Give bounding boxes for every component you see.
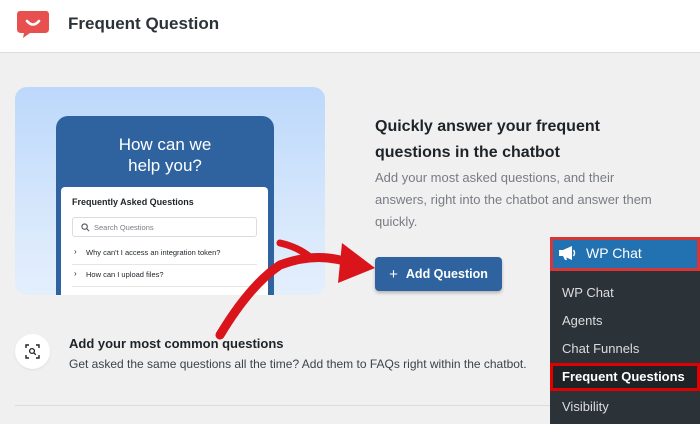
description: Add your most asked questions, and their… — [375, 170, 652, 229]
faq-question: Why can't I access an integration token? — [86, 248, 221, 257]
megaphone-icon — [559, 246, 576, 260]
feature-description: Get asked the same questions all the tim… — [69, 357, 527, 371]
submenu-frequent-questions[interactable]: Frequent Questions — [550, 363, 700, 391]
scan-icon — [25, 344, 40, 359]
submenu-agents[interactable]: Agents — [550, 307, 700, 335]
top-bar: Frequent Question — [0, 0, 700, 53]
chevron-right-icon: › — [74, 269, 77, 278]
add-question-label: Add Question — [405, 267, 488, 281]
widget-heading-line1: How can we — [118, 135, 212, 154]
chat-smile-logo — [17, 11, 49, 38]
feature-title: Add your most common questions — [69, 336, 284, 351]
widget-heading-line2: help you? — [128, 156, 202, 175]
plus-icon: + — [389, 265, 398, 283]
search-icon — [81, 223, 90, 232]
arrow-annotation — [215, 239, 375, 340]
chevron-right-icon: › — [74, 247, 77, 256]
faq-question: How can I upload files? — [86, 270, 164, 279]
headline-line2: questions in the chatbot — [375, 144, 560, 161]
divider — [15, 405, 550, 406]
headline: Quickly answer your frequent questions i… — [375, 114, 675, 166]
faq-title: Frequently Asked Questions — [72, 197, 194, 207]
feature-icon-badge — [15, 334, 50, 369]
submenu-visibility[interactable]: Visibility — [550, 393, 700, 421]
page-title: Frequent Question — [68, 14, 220, 33]
submenu-chat-funnels[interactable]: Chat Funnels — [550, 335, 700, 363]
headline-line1: Quickly answer your frequent — [375, 118, 600, 135]
widget-heading: How can we help you? — [56, 134, 274, 176]
admin-menu: WP Chat WP Chat Agents Chat Funnels Freq… — [550, 237, 700, 424]
add-question-button[interactable]: + Add Question — [375, 257, 502, 291]
search-placeholder: Search Questions — [94, 223, 154, 232]
admin-menu-wp-chat[interactable]: WP Chat — [550, 237, 700, 271]
submenu-wp-chat[interactable]: WP Chat — [550, 279, 700, 307]
admin-menu-title: WP Chat — [586, 245, 642, 261]
